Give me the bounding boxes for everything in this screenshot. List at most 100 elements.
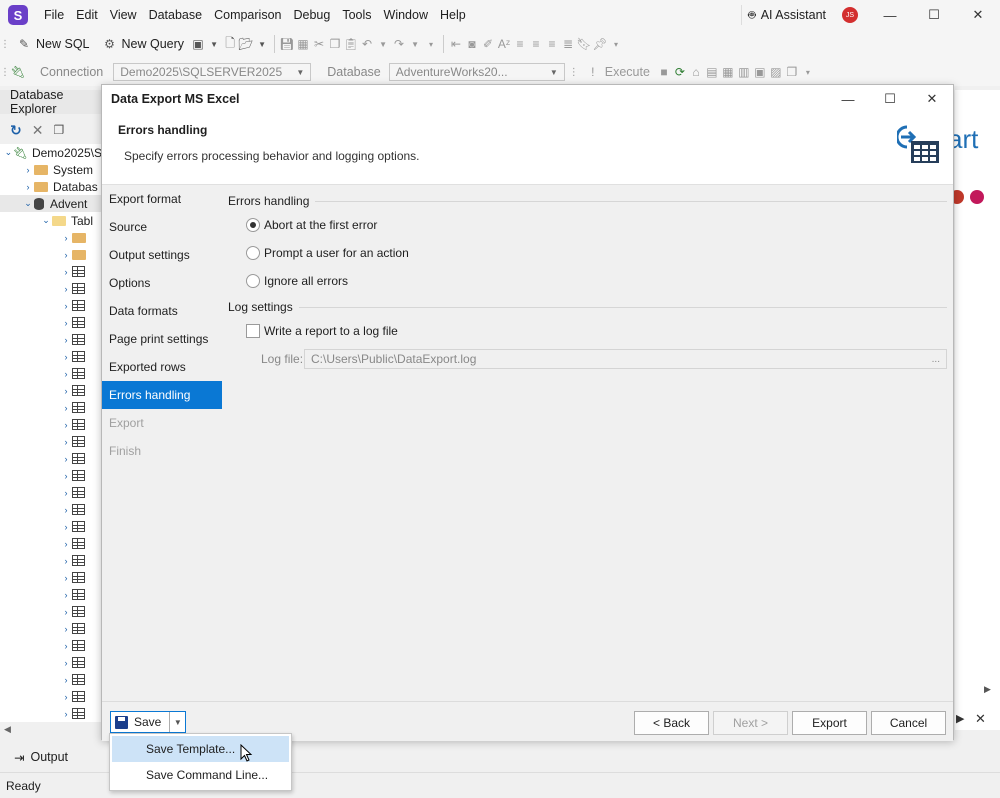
tree-node-adventureworks[interactable]: ⌄ Advent	[0, 195, 102, 212]
tree-node-table[interactable]: ›	[0, 348, 102, 365]
menu-view[interactable]: View	[104, 8, 143, 22]
connection-combo[interactable]: Demo2025\SQLSERVER2025 ▼	[113, 63, 312, 81]
write-report-checkbox[interactable]	[246, 324, 260, 338]
tree-node-databases[interactable]: › Databas	[0, 178, 102, 195]
tree-node-table[interactable]: ›	[0, 688, 102, 705]
menu-database[interactable]: Database	[143, 8, 209, 22]
database-combo[interactable]: AdventureWorks20... ▼	[388, 63, 565, 81]
chevron-down-icon[interactable]: ▼	[254, 36, 270, 52]
chevron-right-icon[interactable]: ›	[60, 454, 72, 464]
close-icon[interactable]: ✕	[32, 122, 44, 139]
chevron-right-icon[interactable]: ›	[22, 165, 34, 175]
tree-node-table[interactable]: ›	[0, 263, 102, 280]
paste-icon[interactable]: 📋︎	[343, 36, 359, 52]
new-window-icon[interactable]: ❐	[53, 123, 64, 137]
nav-errors-handling[interactable]: Errors handling	[102, 381, 222, 409]
nav-data-formats[interactable]: Data formats	[102, 297, 222, 325]
tree-node-table[interactable]: ›	[0, 433, 102, 450]
chevron-right-icon[interactable]: ›	[60, 692, 72, 702]
radio-abort-first-error[interactable]: Abort at the first error	[246, 215, 377, 235]
maximize-button[interactable]: ☐	[912, 0, 956, 30]
redo-icon[interactable]: ↷	[391, 36, 407, 52]
chevron-right-icon[interactable]: ›	[60, 369, 72, 379]
pin-icon[interactable]: 📌︎	[592, 36, 608, 52]
chevron-right-icon[interactable]: ›	[60, 471, 72, 481]
log-file-input[interactable]: C:\Users\Public\DataExport.log ...	[304, 349, 947, 369]
nav-export-format[interactable]: Export format	[102, 185, 222, 213]
edit-icon[interactable]: ✐	[480, 36, 496, 52]
export-button[interactable]: Export	[792, 711, 867, 735]
instagram-icon[interactable]	[970, 190, 984, 204]
avatar[interactable]: JS	[842, 7, 858, 23]
tree-node-table[interactable]: ›	[0, 603, 102, 620]
execute-button[interactable]: ! Execute	[579, 64, 656, 80]
menu-debug[interactable]: Debug	[287, 8, 336, 22]
tree-node-folder[interactable]: ›	[0, 229, 102, 246]
close-button[interactable]: ✕	[956, 0, 1000, 30]
chevron-right-icon[interactable]: ›	[60, 403, 72, 413]
refresh-icon[interactable]: ⟳	[672, 64, 688, 80]
stop-icon[interactable]: ■	[656, 64, 672, 80]
bookmark-icon[interactable]: 🔖︎	[576, 36, 592, 52]
chevron-right-icon[interactable]: ›	[60, 522, 72, 532]
menu-edit[interactable]: Edit	[70, 8, 104, 22]
case-icon[interactable]: Aᶻ	[496, 36, 512, 52]
toolbar-grip-icon[interactable]: ⋮	[0, 67, 10, 78]
chevron-down-icon[interactable]: ▼	[407, 36, 423, 52]
nav-output-settings[interactable]: Output settings	[102, 241, 222, 269]
plan-icon[interactable]: ⌂	[688, 64, 704, 80]
radio-ignore-errors[interactable]: Ignore all errors	[246, 271, 348, 291]
chevron-right-icon[interactable]: ›	[60, 624, 72, 634]
table-icon[interactable]: ▦	[720, 64, 736, 80]
chevron-left-icon[interactable]: ◀	[4, 724, 11, 735]
output-tab[interactable]: ⇥ Output	[0, 742, 102, 772]
toolbar-more-icon[interactable]: ▾	[423, 36, 439, 52]
camera-icon[interactable]: ◙	[464, 36, 480, 52]
chevron-down-icon[interactable]: ▾	[800, 64, 816, 80]
browse-button[interactable]: ...	[932, 354, 946, 365]
chevron-right-icon[interactable]: ▶	[984, 684, 991, 695]
save-button[interactable]: Save	[111, 712, 169, 732]
toolbar-grip-icon[interactable]: ⋮	[569, 67, 579, 78]
save-command-line-menu-item[interactable]: Save Command Line...	[112, 762, 289, 788]
report-icon[interactable]: ▤	[704, 64, 720, 80]
new-sql-button[interactable]: ✎ New SQL	[10, 36, 96, 52]
copy-icon[interactable]: ❐	[784, 64, 800, 80]
plug-icon[interactable]: 🔌︎	[10, 64, 26, 80]
chevron-right-icon[interactable]: ›	[60, 352, 72, 362]
chevron-down-icon[interactable]: ⌄	[22, 198, 34, 209]
save-icon[interactable]: 💾︎	[279, 36, 295, 52]
chevron-right-icon[interactable]: ›	[60, 675, 72, 685]
chevron-down-icon[interactable]: ▼	[375, 36, 391, 52]
tree-node-table[interactable]: ›	[0, 484, 102, 501]
chevron-down-icon[interactable]: ▼	[206, 36, 222, 52]
open-folder-icon[interactable]: 📂︎	[238, 36, 254, 52]
chevron-right-icon[interactable]: ›	[60, 573, 72, 583]
radio-button[interactable]	[246, 274, 260, 288]
new-document-icon[interactable]: ▣	[190, 36, 206, 52]
explorer-title[interactable]: Database Explorer	[0, 88, 102, 116]
chart-icon[interactable]: ▨	[768, 64, 784, 80]
chevron-right-icon[interactable]: ›	[60, 318, 72, 328]
tree-node-folder[interactable]: ›	[0, 246, 102, 263]
tree-node-table[interactable]: ›	[0, 671, 102, 688]
align-center-icon[interactable]: ≡	[528, 36, 544, 52]
tree-node-table[interactable]: ›	[0, 467, 102, 484]
radio-button[interactable]	[246, 218, 260, 232]
tree-node-tables[interactable]: ⌄ Tabl	[0, 212, 102, 229]
chevron-right-icon[interactable]: ›	[60, 284, 72, 294]
radio-prompt-user[interactable]: Prompt a user for an action	[246, 243, 409, 263]
copy-icon[interactable]: ❐	[327, 36, 343, 52]
undo-icon[interactable]: ↶	[359, 36, 375, 52]
tree-node-table[interactable]: ›	[0, 365, 102, 382]
tree-node-table[interactable]: ›	[0, 314, 102, 331]
nav-options[interactable]: Options	[102, 269, 222, 297]
chevron-right-icon[interactable]: ›	[60, 437, 72, 447]
chevron-right-icon[interactable]: ›	[60, 539, 72, 549]
dialog-close-button[interactable]: ✕	[911, 85, 953, 113]
chevron-right-icon[interactable]: ›	[22, 182, 34, 192]
tree-scrollbar[interactable]: ◀	[0, 722, 102, 736]
tree-node-table[interactable]: ›	[0, 705, 102, 722]
nav-source[interactable]: Source	[102, 213, 222, 241]
chevron-right-icon[interactable]: ›	[60, 590, 72, 600]
